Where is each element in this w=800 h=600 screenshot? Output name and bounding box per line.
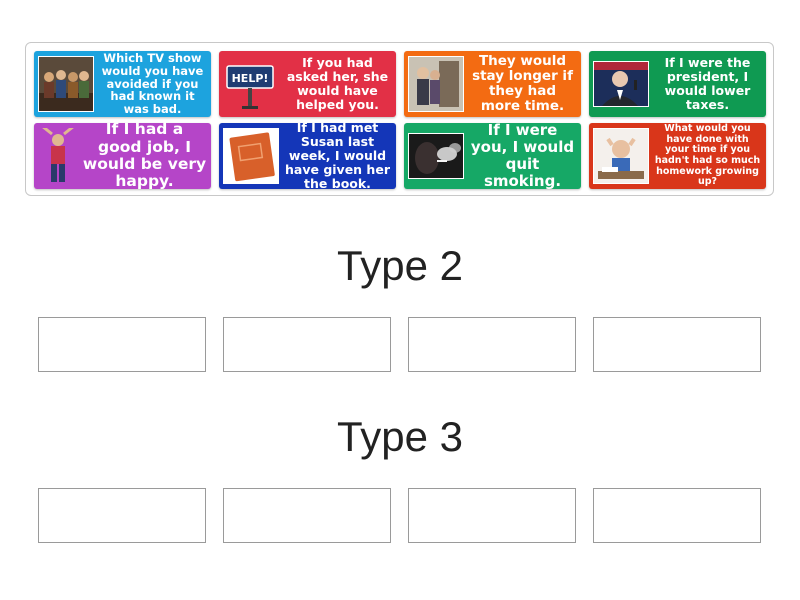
president-speaking-icon	[593, 61, 649, 107]
card-text: If I were the president, I would lower t…	[664, 55, 751, 112]
drop-slot[interactable]	[408, 317, 576, 372]
tv-show-cast-icon	[38, 56, 94, 112]
card-text: They would stay longer if they had more …	[472, 52, 573, 115]
drop-slot[interactable]	[408, 488, 576, 543]
drop-slot[interactable]	[38, 317, 206, 372]
card-text: If I had met Susan last week, I would ha…	[285, 120, 390, 191]
card-text: If I were you, I would quit smoking.	[470, 121, 575, 190]
card-text: Which TV show would you have avoided if …	[101, 50, 204, 117]
book-icon	[223, 128, 279, 184]
card-text: If you had asked her, she would have hel…	[286, 55, 389, 112]
drop-slot[interactable]	[593, 488, 761, 543]
smoking-icon	[408, 133, 464, 179]
drop-slot[interactable]	[38, 488, 206, 543]
drop-slot[interactable]	[223, 317, 391, 372]
card-tv-show[interactable]: Which TV show would you have avoided if …	[34, 51, 211, 117]
card-tray: Which TV show would you have avoided if …	[25, 42, 774, 196]
card-text: If I had a good job, I would be very hap…	[82, 120, 207, 191]
people-at-door-icon	[408, 56, 464, 112]
card-text: What would you have done with your time …	[654, 123, 761, 188]
card-good-job[interactable]: If I had a good job, I would be very hap…	[34, 120, 211, 191]
drop-slot[interactable]	[223, 488, 391, 543]
card-quit-smoking[interactable]: If I were you, I would quit smoking.	[404, 121, 581, 190]
card-homework[interactable]: What would you have done with your time …	[589, 123, 766, 189]
group-title-type-3: Type 3	[336, 413, 464, 460]
svg-text:HELP!: HELP!	[232, 72, 269, 85]
stressed-student-icon	[593, 128, 649, 184]
help-sign-icon: HELP!	[223, 56, 279, 112]
happy-person-icon	[38, 128, 78, 184]
card-stay-longer[interactable]: They would stay longer if they had more …	[404, 51, 581, 117]
card-president[interactable]: If I were the president, I would lower t…	[589, 51, 766, 117]
card-asked-her[interactable]: HELP! If you had asked her, she would ha…	[219, 51, 396, 117]
drop-slot[interactable]	[593, 317, 761, 372]
group-title-type-2: Type 2	[336, 242, 464, 289]
card-met-susan[interactable]: If I had met Susan last week, I would ha…	[219, 120, 396, 191]
